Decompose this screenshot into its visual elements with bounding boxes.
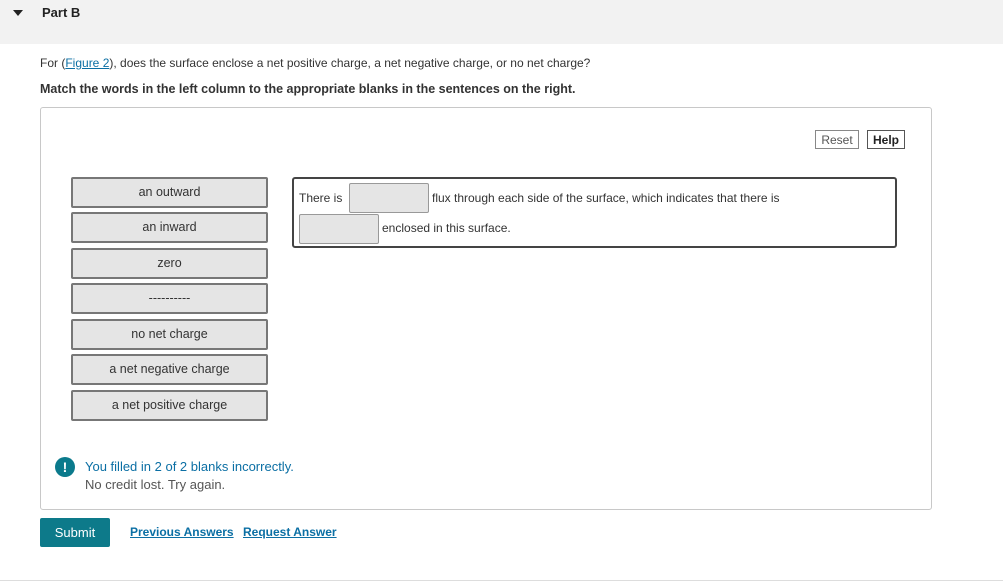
help-button[interactable]: Help [867,130,905,149]
word-tile[interactable]: a net negative charge [71,354,268,385]
figure-link[interactable]: Figure 2 [65,56,109,70]
sentence-part-1: There is [299,191,343,205]
sentence-part-2: flux through each side of the surface, w… [432,191,780,205]
instruction-text: Match the words in the left column to th… [40,82,576,96]
submit-button[interactable]: Submit [40,518,110,547]
part-title: Part B [42,5,81,20]
blank-1-dropzone[interactable] [349,183,429,213]
divider [0,580,1003,581]
question-text: For (Figure 2), does the surface enclose… [40,56,590,70]
feedback-subtext: No credit lost. Try again. [85,477,226,492]
word-tile[interactable]: no net charge [71,319,268,350]
reset-button[interactable]: Reset [815,130,859,149]
word-tile[interactable]: an outward [71,177,268,208]
question-suffix: ), does the surface enclose a net positi… [109,56,591,70]
previous-answers-link[interactable]: Previous Answers [130,525,234,539]
word-tile[interactable]: a net positive charge [71,390,268,421]
word-tile[interactable]: an inward [71,212,268,243]
collapse-caret-icon[interactable] [13,10,23,16]
alert-icon: ! [55,457,75,477]
feedback-message: You filled in 2 of 2 blanks incorrectly. [85,459,294,474]
word-tile[interactable]: zero [71,248,268,279]
blank-2-dropzone[interactable] [299,214,379,244]
question-prefix: For ( [40,56,66,70]
word-tile[interactable]: ---------- [71,283,268,314]
sentence-box: There is flux through each side of the s… [292,177,897,248]
request-answer-link[interactable]: Request Answer [243,525,337,539]
sentence-part-3: enclosed in this surface. [382,221,511,235]
part-header[interactable]: Part B [0,0,1003,44]
